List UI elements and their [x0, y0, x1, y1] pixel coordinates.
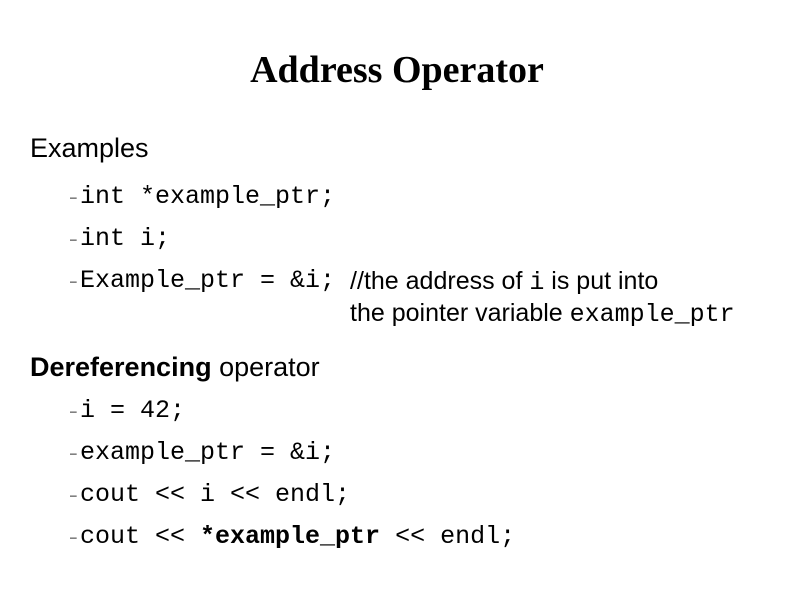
bullet-dash-icon: –: [70, 182, 80, 212]
list-item: – example_ptr = &i;: [70, 438, 784, 468]
examples-list: – int *example_ptr; – int i; – Example_p…: [70, 182, 784, 342]
code-comment: //the address of i is put into the point…: [350, 266, 735, 330]
comment-mono-part: example_ptr: [570, 300, 735, 329]
code-line: int i;: [80, 224, 170, 254]
list-item: – int *example_ptr;: [70, 182, 784, 212]
dereferencing-list: – i = 42; – example_ptr = &i; – cout << …: [70, 396, 784, 564]
code-line: int *example_ptr;: [80, 182, 335, 212]
bullet-dash-icon: –: [70, 522, 80, 552]
code-part: cout <<: [80, 522, 200, 551]
code-line: example_ptr = &i;: [80, 438, 335, 468]
comment-line: //the address of i is put into: [350, 266, 735, 298]
code-bold-part: *example_ptr: [200, 522, 380, 551]
comment-slashes: //: [350, 267, 364, 295]
bullet-dash-icon: –: [70, 266, 80, 296]
comment-text-part: is put into: [544, 267, 658, 295]
comment-text-part: the pointer variable: [350, 299, 570, 327]
heading-rest-part: operator: [212, 352, 320, 382]
code-part: << endl;: [380, 522, 515, 551]
list-item: – Example_ptr = &i; //the address of i i…: [70, 266, 784, 330]
code-line: i = 42;: [80, 396, 185, 426]
list-item: – i = 42;: [70, 396, 784, 426]
code-line: cout << *example_ptr << endl;: [80, 522, 515, 552]
comment-text-part: the address of: [364, 267, 529, 295]
bullet-dash-icon: –: [70, 480, 80, 510]
comment-mono-part: i: [529, 268, 544, 297]
code-line: cout << i << endl;: [80, 480, 350, 510]
bullet-dash-icon: –: [70, 396, 80, 426]
list-item: – cout << *example_ptr << endl;: [70, 522, 784, 552]
comment-line: the pointer variable example_ptr: [350, 298, 735, 330]
bullet-dash-icon: –: [70, 438, 80, 468]
list-item: – int i;: [70, 224, 784, 254]
section-heading-examples: Examples: [30, 133, 149, 164]
code-line: Example_ptr = &i;: [80, 266, 350, 296]
slide: Address Operator Examples – int *example…: [0, 0, 794, 595]
list-item: – cout << i << endl;: [70, 480, 784, 510]
page-title: Address Operator: [0, 48, 794, 92]
bullet-dash-icon: –: [70, 224, 80, 254]
section-heading-dereferencing: Dereferencing operator: [30, 352, 320, 383]
heading-bold-part: Dereferencing: [30, 352, 212, 382]
